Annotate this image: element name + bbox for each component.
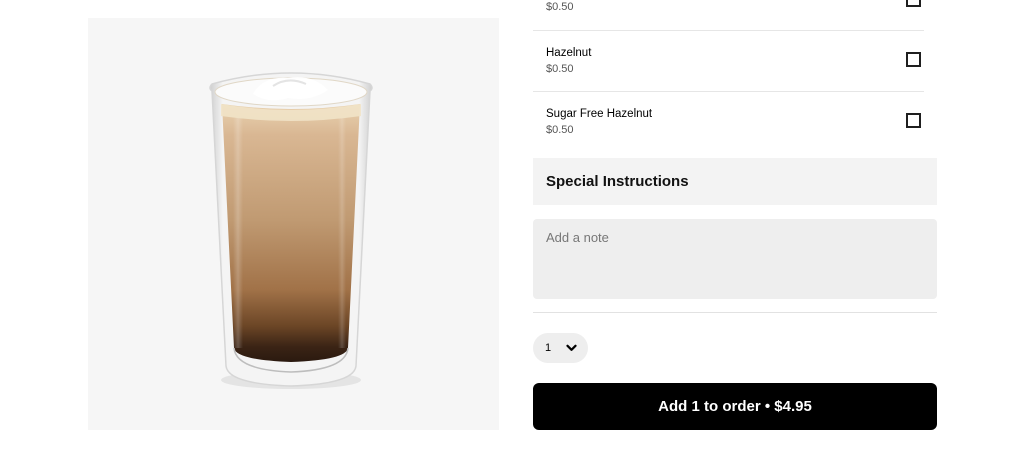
quantity-value: 1 [545, 342, 552, 354]
chevron-down-icon [566, 344, 577, 351]
option-name: Hazelnut [546, 47, 592, 59]
option-row[interactable]: $0.50 [533, 0, 924, 31]
special-instructions-header: Special Instructions [533, 158, 937, 205]
quantity-select[interactable]: 1 [533, 333, 588, 363]
item-options-panel: $0.50 Hazelnut $0.50 Sugar Free Hazelnut… [533, 0, 937, 463]
option-checkbox[interactable] [906, 0, 921, 7]
special-instructions-title: Special Instructions [546, 173, 689, 190]
option-row-sugar-free-hazelnut[interactable]: Sugar Free Hazelnut $0.50 [533, 91, 924, 147]
note-input[interactable] [533, 219, 937, 299]
option-price: $0.50 [546, 63, 574, 75]
product-image [88, 18, 499, 430]
option-price: $0.50 [546, 124, 574, 136]
option-name: Sugar Free Hazelnut [546, 108, 653, 120]
latte-glass-image [209, 72, 373, 389]
option-price: $0.50 [546, 1, 574, 13]
add-to-order-button[interactable]: Add 1 to order • $4.95 [533, 383, 937, 430]
option-checkbox[interactable] [906, 113, 921, 128]
option-row-hazelnut[interactable]: Hazelnut $0.50 [533, 30, 924, 92]
divider [533, 312, 937, 313]
option-checkbox[interactable] [906, 52, 921, 67]
